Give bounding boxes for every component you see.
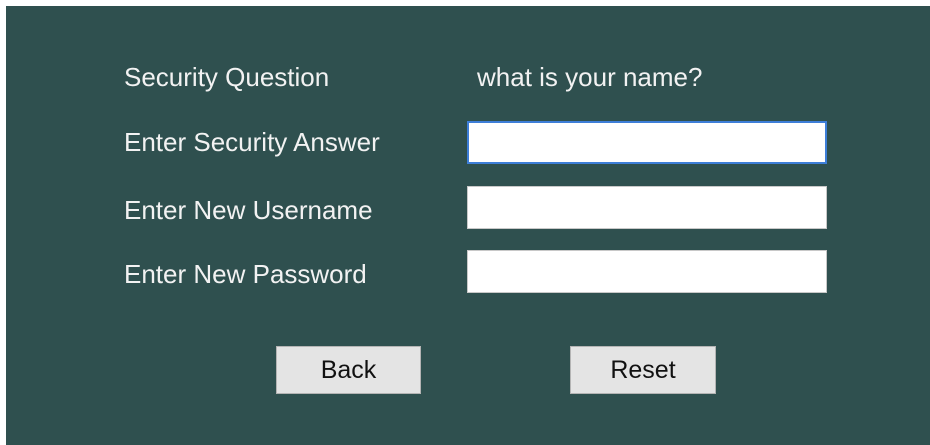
window: Security Question what is your name? Ent… (0, 0, 930, 445)
reset-credentials-panel: Security Question what is your name? Ent… (6, 6, 930, 445)
security-answer-input[interactable] (467, 121, 827, 164)
security-question-value: what is your name? (477, 62, 703, 92)
security-answer-label: Enter Security Answer (124, 127, 380, 157)
new-password-label: Enter New Password (124, 259, 367, 289)
security-question-label: Security Question (124, 62, 330, 92)
new-username-input[interactable] (467, 186, 827, 229)
new-password-input[interactable] (467, 250, 827, 293)
reset-button[interactable]: Reset (570, 346, 716, 394)
back-button[interactable]: Back (276, 346, 421, 394)
new-username-label: Enter New Username (124, 195, 373, 225)
